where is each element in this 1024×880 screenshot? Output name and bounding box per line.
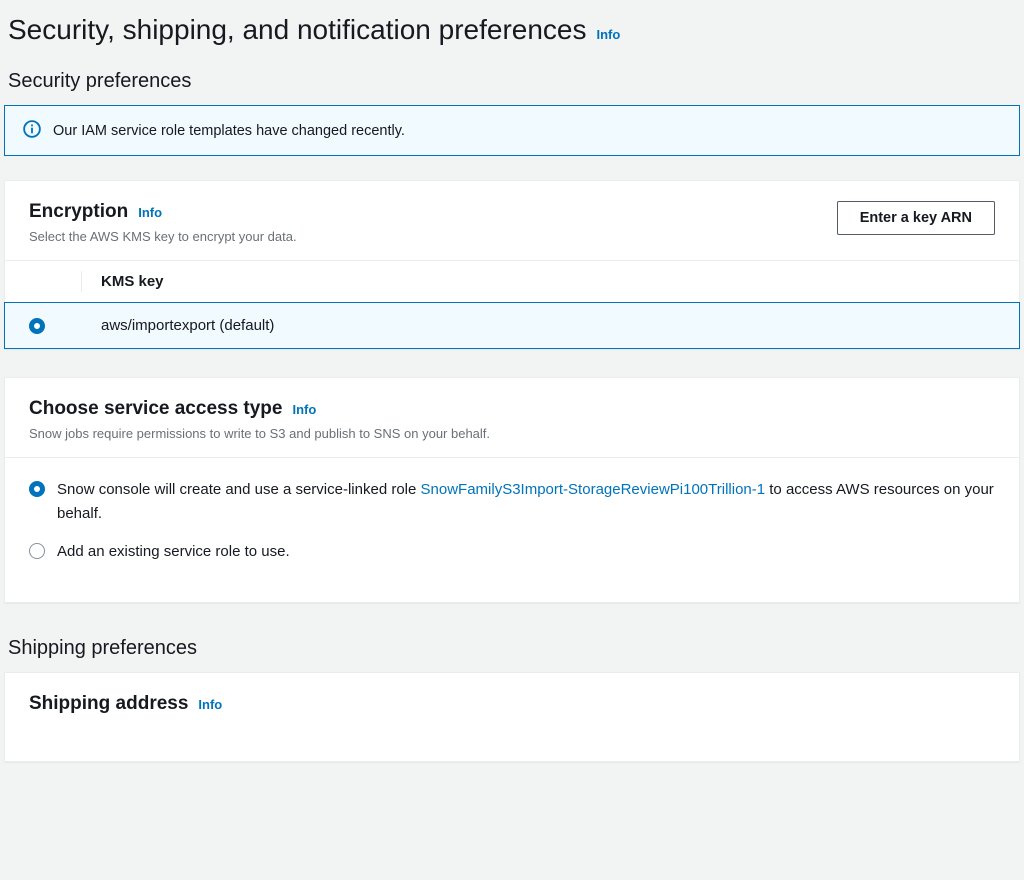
encryption-info-link[interactable]: Info [138, 205, 162, 220]
enter-key-arn-button[interactable]: Enter a key ARN [837, 201, 995, 235]
create-role-option[interactable]: Snow console will create and use a servi… [29, 478, 995, 526]
page-header: Security, shipping, and notification pre… [0, 0, 1024, 64]
service-access-title: Choose service access type [29, 398, 283, 420]
page-title: Security, shipping, and notification pre… [8, 14, 586, 46]
encryption-panel: Encryption Info Select the AWS KMS key t… [4, 180, 1020, 349]
shipping-address-panel: Shipping address Info [4, 672, 1020, 762]
shipping-section-heading: Shipping preferences [0, 631, 1024, 672]
iam-alert: Our IAM service role templates have chan… [4, 105, 1020, 156]
kms-key-row[interactable]: aws/importexport (default) [4, 302, 1020, 349]
role-link[interactable]: SnowFamilyS3Import-StorageReviewPi100Tri… [421, 481, 766, 498]
create-role-text: Snow console will create and use a servi… [57, 478, 995, 526]
kms-key-radio[interactable] [29, 318, 45, 334]
existing-role-radio[interactable] [29, 543, 45, 559]
service-access-panel: Choose service access type Info Snow job… [4, 377, 1020, 603]
service-access-info-link[interactable]: Info [293, 402, 317, 417]
encryption-title: Encryption [29, 201, 128, 223]
encryption-desc: Select the AWS KMS key to encrypt your d… [29, 229, 837, 244]
shipping-address-info-link[interactable]: Info [198, 697, 222, 712]
existing-role-text: Add an existing service role to use. [57, 540, 290, 564]
create-role-radio[interactable] [29, 481, 45, 497]
shipping-address-title: Shipping address [29, 693, 188, 715]
iam-alert-text: Our IAM service role templates have chan… [53, 123, 405, 139]
page-info-link[interactable]: Info [596, 27, 620, 42]
kms-table-header: KMS key [5, 261, 1019, 303]
service-access-desc: Snow jobs require permissions to write t… [29, 426, 995, 441]
security-section-heading: Security preferences [0, 64, 1024, 105]
kms-key-label: aws/importexport (default) [61, 317, 274, 334]
existing-role-option[interactable]: Add an existing service role to use. [29, 540, 995, 564]
info-icon [23, 120, 41, 141]
